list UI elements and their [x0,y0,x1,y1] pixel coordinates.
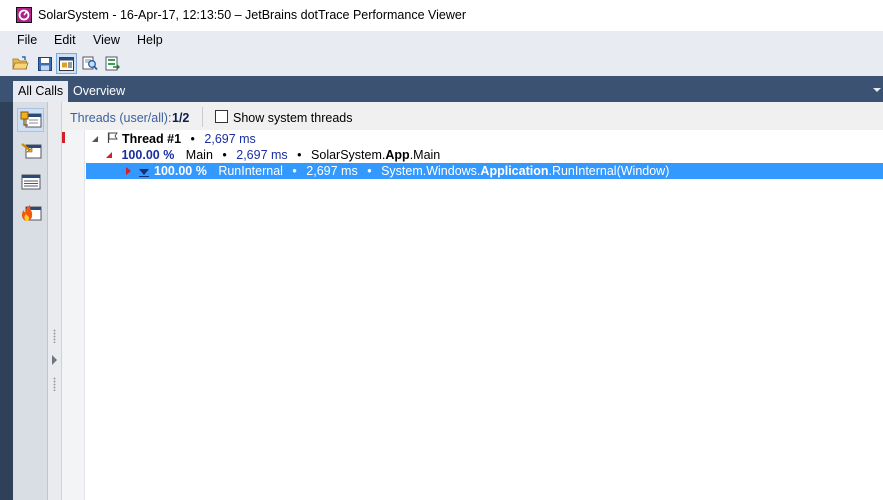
threads-label: Threads (user/all): [70,111,172,125]
splitter-grip[interactable] [53,329,56,343]
main-window: SolarSystem - 16-Apr-17, 12:13:50 – JetB… [0,0,883,500]
call-tree: Thread #1 • 2,697 ms 100.00 % Main • 2,6… [62,130,883,500]
menu-bar: File Edit View Help [0,31,883,51]
call-percent: 100.00 % [121,147,175,162]
tab-strip: All Calls Overview [0,76,883,102]
call-tree-view-icon[interactable] [17,108,44,132]
call-time: 2,697 ms [306,163,358,178]
show-system-threads-label[interactable]: Show system threads [233,111,353,125]
export-icon[interactable] [102,53,123,74]
call-percent: 100.00 % [154,163,207,178]
back-traces-view-icon[interactable] [17,139,44,163]
expand-toggle-icon[interactable] [106,151,112,158]
tree-row-runinternal[interactable]: 100.00 % RunInternal • 2,697 ms • System… [86,163,883,179]
separator: • [222,147,227,162]
separator: • [190,131,195,146]
separator: • [367,163,372,178]
menu-view[interactable]: View [93,33,120,47]
call-namespace: System.Windows. [381,163,481,178]
snapshot-view-icon[interactable] [56,53,77,74]
plain-list-view-icon[interactable] [17,170,44,194]
menu-edit[interactable]: Edit [54,33,76,47]
chevron-down-icon[interactable] [873,88,881,92]
tab-all-calls[interactable]: All Calls [13,81,69,102]
tree-row-main[interactable]: 100.00 % Main • 2,697 ms • SolarSystem.A… [106,147,440,163]
hot-marker [62,132,65,143]
expand-toggle-icon[interactable] [126,167,131,175]
collapse-arrow-icon[interactable] [52,355,57,365]
separator: • [297,147,302,162]
show-system-threads-checkbox[interactable] [215,110,228,123]
panel-splitter[interactable] [48,102,62,500]
tree-gutter [62,130,85,500]
toolbar-divider [202,107,203,127]
call-class: Application [480,163,549,178]
filter-funnel-icon [139,166,149,180]
threads-count[interactable]: 1/2 [172,111,189,125]
menu-file[interactable]: File [17,33,37,47]
open-folder-icon[interactable] [10,53,31,74]
window-title: SolarSystem - 16-Apr-17, 12:13:50 – JetB… [38,8,466,22]
title-bar: SolarSystem - 16-Apr-17, 12:13:50 – JetB… [0,0,883,31]
call-class: App [385,147,410,162]
dottrace-logo-icon [16,7,32,23]
window-left-edge [0,102,13,500]
thread-name: Thread #1 [121,131,182,146]
splitter-grip[interactable] [53,377,56,391]
threads-bar: Threads (user/all): 1/2 Show system thre… [62,105,883,130]
expand-toggle-icon[interactable] [92,135,98,142]
call-name: Main [185,147,213,162]
menu-help[interactable]: Help [137,33,163,47]
thread-time: 2,697 ms [204,131,256,146]
call-method: .Main [409,147,441,162]
separator: • [292,163,297,178]
find-icon[interactable] [79,53,100,74]
hot-spots-view-icon[interactable] [17,201,44,225]
call-name: RunInternal [218,163,283,178]
flag-icon [107,132,119,146]
call-time: 2,697 ms [236,147,288,162]
toolbar [0,51,883,76]
call-method: .RunInternal(Window) [548,163,670,178]
save-icon[interactable] [34,53,55,74]
tab-overview[interactable]: Overview [68,81,130,102]
tree-row-thread[interactable]: Thread #1 • 2,697 ms [92,131,256,147]
view-switcher-rail [13,102,48,500]
call-namespace: SolarSystem. [311,147,386,162]
